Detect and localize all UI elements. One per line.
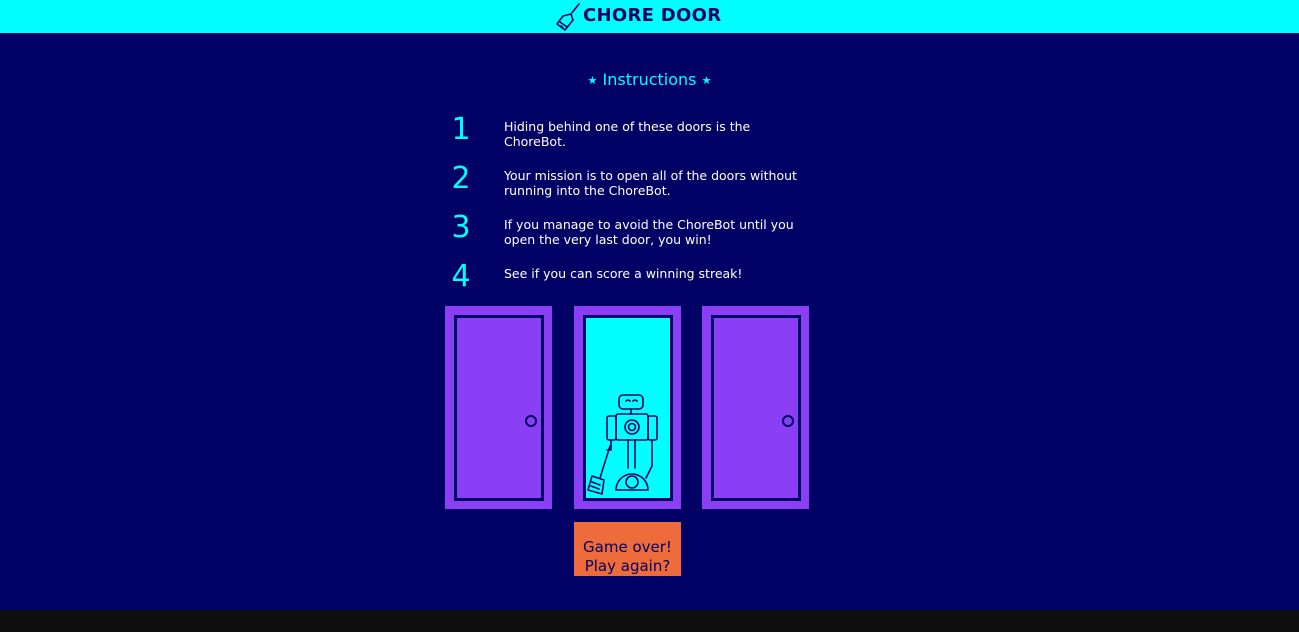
step-number: 1 bbox=[451, 112, 471, 147]
door-panel bbox=[454, 315, 544, 501]
header-bar: CHORE DOOR bbox=[0, 0, 1299, 33]
instruction-step: 4 See if you can score a winning streak! bbox=[445, 262, 815, 311]
door-knob-icon bbox=[782, 415, 794, 427]
door-2[interactable] bbox=[574, 306, 681, 509]
chorebot-icon bbox=[587, 394, 658, 495]
instructions-heading: Instructions bbox=[602, 70, 697, 89]
instruction-step: 3 If you manage to avoid the ChoreBot un… bbox=[445, 213, 815, 262]
game-area: ★ Instructions ★ 1 Hiding behind one of … bbox=[0, 33, 1299, 610]
button-line-1: Game over! bbox=[583, 538, 672, 556]
door-panel bbox=[711, 315, 801, 501]
step-text: If you manage to avoid the ChoreBot unti… bbox=[504, 217, 794, 247]
step-number: 3 bbox=[451, 210, 471, 245]
step-text: See if you can score a winning streak! bbox=[504, 266, 743, 281]
door-3[interactable] bbox=[702, 306, 809, 509]
door-panel bbox=[583, 315, 673, 501]
star-icon: ★ bbox=[701, 74, 712, 87]
play-again-button[interactable]: Game over! Play again? bbox=[574, 522, 681, 576]
broom-icon bbox=[556, 2, 580, 31]
door-1[interactable] bbox=[445, 306, 552, 509]
instruction-step: 2 Your mission is to open all of the doo… bbox=[445, 164, 815, 213]
step-text: Hiding behind one of these doors is the … bbox=[504, 119, 751, 149]
footer-bar bbox=[0, 610, 1299, 632]
door-knob-icon bbox=[525, 415, 537, 427]
app-title: CHORE DOOR bbox=[583, 5, 722, 26]
step-text: Your mission is to open all of the doors… bbox=[504, 168, 797, 198]
step-number: 2 bbox=[451, 161, 471, 196]
step-number: 4 bbox=[451, 259, 471, 294]
instructions-title: ★ Instructions ★ bbox=[0, 70, 1299, 89]
star-icon: ★ bbox=[587, 74, 598, 87]
instruction-step: 1 Hiding behind one of these doors is th… bbox=[445, 115, 815, 164]
logo: CHORE DOOR bbox=[553, 0, 721, 33]
instruction-list: 1 Hiding behind one of these doors is th… bbox=[445, 115, 815, 311]
button-line-2: Play again? bbox=[584, 557, 671, 575]
